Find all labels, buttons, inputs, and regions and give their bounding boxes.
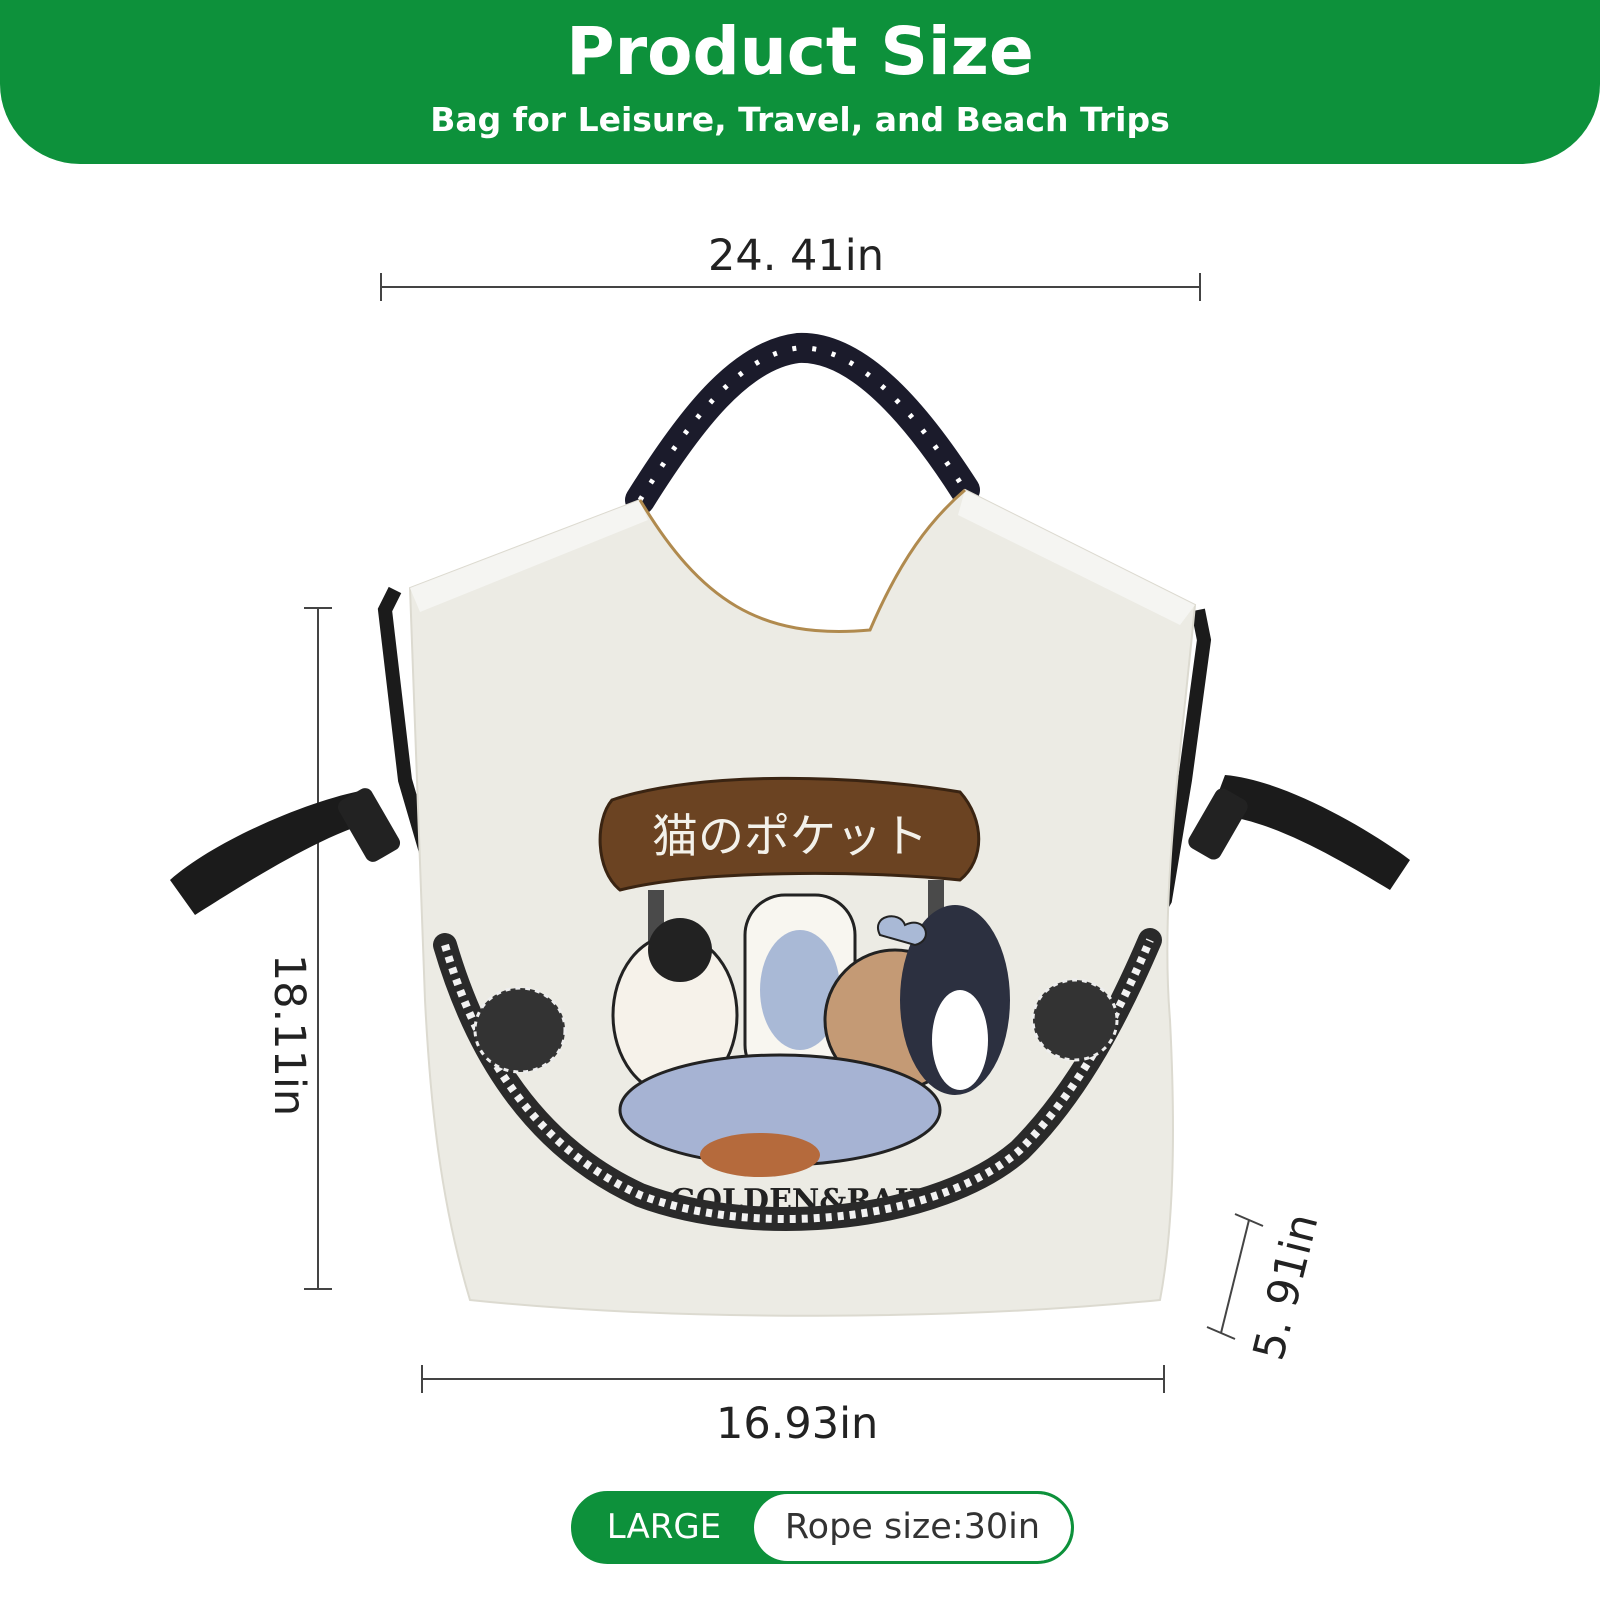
size-label: LARGE bbox=[606, 1507, 722, 1547]
bag-handle bbox=[625, 332, 980, 515]
right-strap-loop bbox=[1210, 775, 1410, 890]
dimension-bottom-width-label: 16.93in bbox=[716, 1399, 879, 1449]
rope-size-label: Rope size:30in bbox=[754, 1494, 1071, 1561]
rope-knot-left bbox=[473, 986, 567, 1074]
rope-knot-right bbox=[1031, 978, 1119, 1062]
dimension-top-width-label: 24. 41in bbox=[708, 231, 884, 281]
size-badge: LARGE Rope size:30in bbox=[571, 1491, 1074, 1564]
dimension-height-label: 18.11in bbox=[264, 953, 315, 1117]
dimension-line-height bbox=[304, 607, 332, 1290]
dimension-line-bottom bbox=[421, 1365, 1165, 1393]
patch-sign-text: 猫のポケット bbox=[652, 809, 928, 863]
